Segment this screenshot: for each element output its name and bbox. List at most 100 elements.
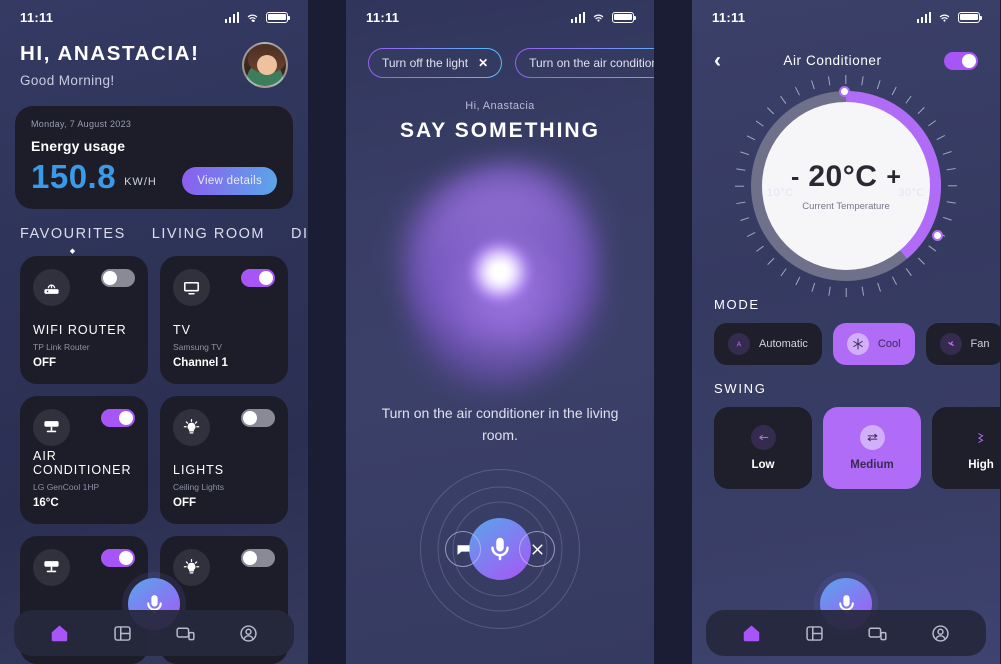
- toggle-power[interactable]: [943, 51, 978, 70]
- device-card-wifi-router[interactable]: WIFI ROUTER TP Link Router OFF: [20, 256, 148, 384]
- mode-label: Fan: [970, 338, 990, 350]
- increase-temp-button[interactable]: +: [886, 164, 901, 190]
- toggle-lights[interactable]: [241, 409, 275, 427]
- device-card-lights[interactable]: LIGHTS Ceiling Lights OFF: [160, 396, 288, 524]
- battery-icon: [612, 11, 637, 23]
- status-time: 11:11: [366, 9, 400, 25]
- toggle-tv[interactable]: [241, 269, 275, 287]
- mode-cool[interactable]: Cool: [832, 323, 915, 365]
- swing-high[interactable]: High: [932, 407, 1000, 489]
- dashboard-icon: [806, 625, 823, 641]
- suggestion-chips: Turn off the light ✕ Turn on the air con…: [346, 34, 654, 78]
- bulb-icon: [173, 409, 210, 446]
- device-name: AIR CONDITIONER: [33, 449, 132, 477]
- dial-handle-end[interactable]: [932, 230, 943, 241]
- arrow-medium-icon: [859, 425, 885, 450]
- arrow-low-icon: [750, 425, 776, 450]
- decrease-temp-button[interactable]: -: [791, 164, 799, 190]
- device-status: OFF: [33, 357, 56, 369]
- device-card-air-conditioner[interactable]: AIR CONDITIONER LG GenCool 1HP 16°C: [20, 396, 148, 524]
- swing-low[interactable]: Low: [714, 407, 812, 489]
- toggle-air-conditioner[interactable]: [101, 409, 135, 427]
- bottom-nav: [14, 610, 294, 656]
- chip-label: Turn on the air conditioner: [529, 56, 654, 70]
- status-icons: [916, 11, 983, 23]
- toggle-lights-2[interactable]: [241, 549, 275, 567]
- status-icons: [224, 11, 291, 23]
- swing-options: Low Medium High: [692, 396, 1000, 489]
- fan-icon: [939, 333, 962, 355]
- close-button[interactable]: [519, 531, 555, 568]
- signal-icon: [224, 11, 239, 23]
- device-card-tv[interactable]: TV Samsung TV Channel 1: [160, 256, 288, 384]
- nav-dashboard[interactable]: [112, 623, 133, 644]
- signal-icon: [570, 11, 585, 23]
- device-status: Channel 1: [173, 357, 228, 369]
- swing-medium[interactable]: Medium: [823, 407, 921, 489]
- nav-home[interactable]: [741, 623, 762, 644]
- home-icon: [51, 625, 68, 641]
- energy-label: Energy usage: [31, 138, 126, 154]
- nav-profile[interactable]: [930, 623, 951, 644]
- device-status: 16°C: [33, 497, 59, 509]
- nav-home[interactable]: [49, 623, 70, 644]
- temperature-dial[interactable]: - 20°C + Current Temperature 10°C 30°C: [735, 75, 957, 297]
- assistant-orb-graphic: [373, 122, 642, 419]
- devices-icon: [868, 627, 887, 640]
- device-sub: Samsung TV: [173, 342, 222, 352]
- mode-fan[interactable]: Fan: [925, 323, 1000, 365]
- back-button[interactable]: ‹: [714, 50, 721, 71]
- tab-favourites[interactable]: FAVOURITES: [20, 226, 126, 255]
- page-title: HI, ANASTACIA!: [20, 42, 200, 65]
- ac-header: ‹ Air Conditioner: [692, 34, 1000, 71]
- temperature-value: 20°C: [808, 160, 878, 193]
- arrow-high-icon: [969, 425, 994, 450]
- suggestion-chip-turn-on-ac[interactable]: Turn on the air conditioner ✕: [515, 48, 654, 78]
- tab-living-room[interactable]: LIVING ROOM: [152, 226, 265, 252]
- temperature-caption: Current Temperature: [802, 201, 890, 212]
- nav-devices[interactable]: [867, 623, 888, 644]
- bulb-icon: [173, 549, 210, 586]
- mode-section-title: MODE: [714, 297, 760, 312]
- energy-unit: KW/H: [124, 176, 157, 188]
- chat-icon: [456, 545, 470, 555]
- battery-icon: [958, 11, 983, 23]
- device-status: OFF: [173, 497, 196, 509]
- wifi-icon: [939, 14, 950, 22]
- tv-icon: [173, 269, 210, 306]
- toggle-air-conditioner-2[interactable]: [101, 549, 135, 567]
- suggestion-chip-turn-off-light[interactable]: Turn off the light ✕: [368, 48, 502, 78]
- mode-label: Automatic: [759, 338, 808, 350]
- greeting-subtitle: Good Morning!: [20, 73, 115, 88]
- nav-dashboard[interactable]: [804, 623, 825, 644]
- battery-icon: [266, 11, 291, 23]
- nav-profile[interactable]: [238, 623, 259, 644]
- snowflake-icon: [846, 333, 869, 355]
- device-sub: Ceiling Lights: [173, 482, 225, 492]
- ac-icon: [33, 409, 70, 446]
- page-title: Air Conditioner: [783, 53, 882, 68]
- chat-button[interactable]: [445, 531, 481, 568]
- dashboard-icon: [114, 625, 131, 641]
- dial-handle-start[interactable]: [839, 86, 850, 97]
- dial-face: - 20°C + Current Temperature: [762, 102, 930, 270]
- router-icon: [33, 269, 70, 306]
- mic-control-area: [405, 464, 595, 634]
- signal-icon: [916, 11, 931, 23]
- mode-options: A Automatic Cool Fan Dry: [692, 312, 1000, 365]
- swing-label: Low: [751, 459, 775, 471]
- close-icon[interactable]: ✕: [478, 56, 488, 70]
- dial-max-label: 30°C: [898, 187, 925, 199]
- device-sub: LG GenCool 1HP: [33, 482, 100, 492]
- tab-dining[interactable]: DI: [291, 226, 308, 252]
- avatar[interactable]: [242, 42, 288, 88]
- toggle-wifi-router[interactable]: [101, 269, 135, 287]
- auto-icon: A: [728, 333, 750, 355]
- energy-date: Monday, 7 August 2023: [31, 119, 132, 129]
- mic-icon: [491, 538, 509, 561]
- greeting-block: HI, ANASTACIA! Good Morning!: [0, 34, 308, 88]
- view-details-button[interactable]: View details: [182, 167, 277, 195]
- air-conditioner-screen: 11:11 ‹ Air Conditioner - 20°C + Current…: [692, 0, 1000, 664]
- mode-automatic[interactable]: A Automatic: [714, 323, 822, 365]
- nav-devices[interactable]: [175, 623, 196, 644]
